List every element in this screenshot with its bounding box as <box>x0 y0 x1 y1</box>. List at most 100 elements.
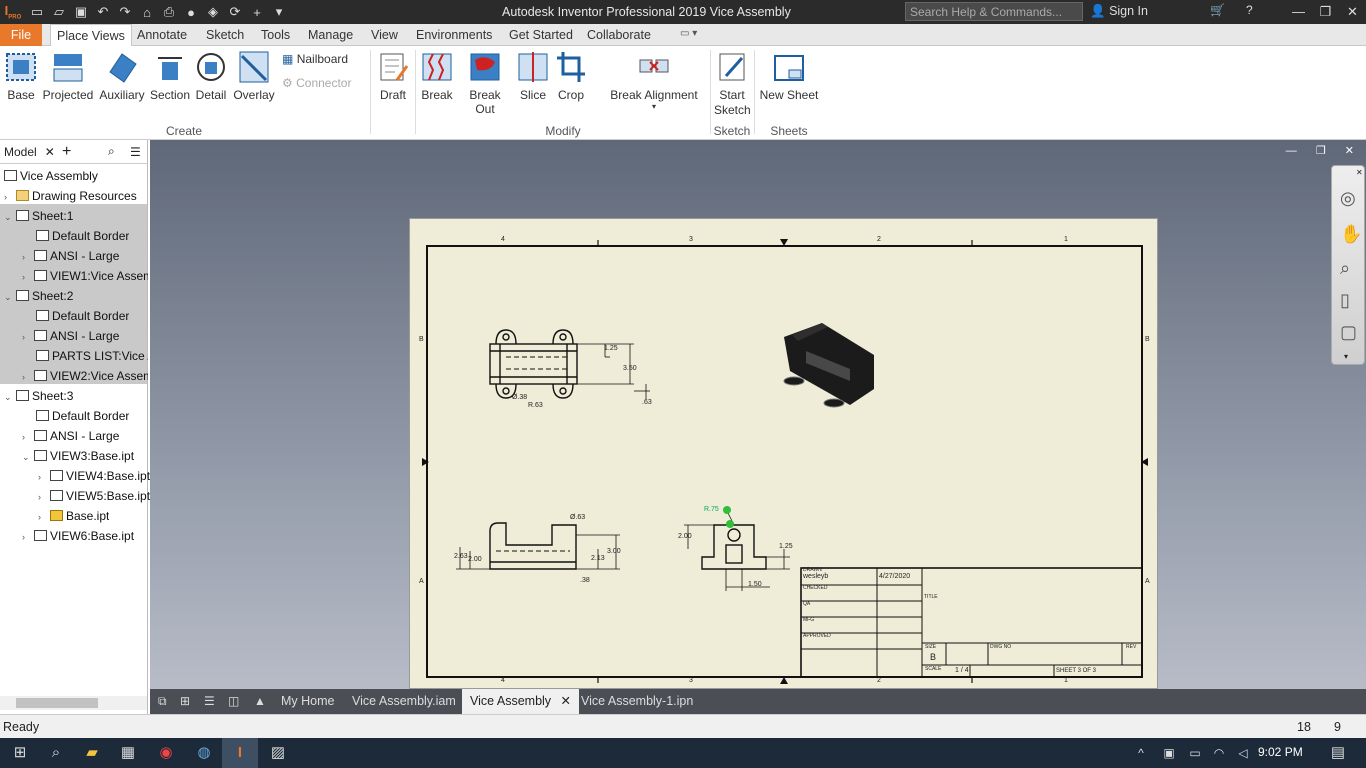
tree-node-part[interactable]: › Base.ipt <box>38 506 109 526</box>
app-logo-icon[interactable]: IPRO <box>0 3 26 21</box>
tree-node-view5[interactable]: › VIEW5:Base.ipt <box>38 486 150 506</box>
dimension-label[interactable]: R.63 <box>528 402 543 409</box>
tab-get-started[interactable]: Get Started <box>509 24 573 46</box>
search-input[interactable]: Search Help & Commands... <box>905 2 1083 21</box>
tab-menu-icon[interactable]: ▲ <box>254 694 266 708</box>
signin-button[interactable]: 👤 Sign In <box>1090 4 1148 19</box>
tab-annotate[interactable]: Annotate <box>137 24 187 46</box>
expand-icon[interactable]: › <box>4 187 14 206</box>
close-icon[interactable]: ✕ <box>1339 0 1366 24</box>
draft-button[interactable]: Draft <box>376 50 410 102</box>
collapse-icon[interactable]: ⌄ <box>4 287 14 306</box>
tab-environments[interactable]: Environments <box>416 24 492 46</box>
connector-button[interactable]: ⚙ Connector <box>282 76 362 90</box>
tile-vertical-icon[interactable]: ◫ <box>228 694 239 708</box>
tree-node-drawing-resources[interactable]: › Drawing Resources <box>4 186 137 206</box>
detail-view-button[interactable]: Detail <box>194 50 228 102</box>
dimension-label[interactable]: 3.50 <box>623 365 637 372</box>
tree-node-border[interactable]: Default Border <box>36 306 129 326</box>
search-icon[interactable]: ⌕ <box>108 144 115 159</box>
photos-icon[interactable]: ▨ <box>260 738 296 768</box>
steering-wheel-icon[interactable]: ◎ <box>1340 188 1356 209</box>
save-icon[interactable]: ▣ <box>70 4 92 20</box>
horizontal-scrollbar[interactable] <box>0 696 147 710</box>
tab-file[interactable]: File <box>0 24 42 46</box>
doc-tab-vice-assembly[interactable]: Vice Assembly ✕ <box>462 689 580 714</box>
cart-icon[interactable]: 🛒 <box>1210 3 1225 17</box>
minimize-icon[interactable]: — <box>1285 0 1312 24</box>
tree-node-view3[interactable]: ⌄ VIEW3:Base.ipt <box>22 446 134 466</box>
base-view-button[interactable]: Base <box>4 50 38 102</box>
tab-view[interactable]: View <box>371 24 398 46</box>
collapse-icon[interactable]: ⌄ <box>4 207 14 226</box>
tree-node-sheet1[interactable]: ⌄ Sheet:1 <box>4 206 73 226</box>
windows-start-icon[interactable]: ⊞ <box>2 738 38 768</box>
file-explorer-icon[interactable]: ▰ <box>74 738 110 768</box>
section-view-button[interactable]: Section <box>150 50 190 102</box>
dimension-label[interactable]: 2.00 <box>468 556 482 563</box>
expand-icon[interactable]: › <box>38 487 48 506</box>
tab-tools[interactable]: Tools <box>261 24 290 46</box>
dimension-label[interactable]: 2.63 <box>454 553 468 560</box>
tree-node-view2[interactable]: ›VIEW2:Vice Assembly <box>22 366 148 386</box>
expand-icon[interactable]: › <box>22 267 32 286</box>
tree-node-sheet2[interactable]: ⌄ Sheet:2 <box>4 286 73 306</box>
close-tab-icon[interactable]: ✕ <box>561 694 571 708</box>
tree-node-border[interactable]: Default Border <box>36 226 129 246</box>
tab-collaborate[interactable]: Collaborate <box>587 24 651 46</box>
tree-node-title-block[interactable]: › ANSI - Large <box>22 326 119 346</box>
doc-tab-vice-assembly-iam[interactable]: Vice Assembly.iam <box>352 689 456 714</box>
menu-icon[interactable]: ☰ <box>130 145 141 159</box>
calendar-icon[interactable]: ▦ <box>110 738 146 768</box>
print-icon[interactable]: ⎙ <box>158 4 180 20</box>
close-panel-icon[interactable]: ✕ <box>45 145 55 159</box>
zoom-icon[interactable]: ⌕ <box>1340 258 1350 279</box>
tree-node-border[interactable]: Default Border <box>36 406 129 426</box>
navbar-menu-icon[interactable]: ▾ <box>1344 352 1348 361</box>
wifi-icon[interactable]: ◠ <box>1206 738 1232 768</box>
expand-icon[interactable]: › <box>22 327 32 346</box>
expand-icon[interactable]: › <box>38 467 48 486</box>
notifications-icon[interactable]: ▤ <box>1320 738 1356 768</box>
tab-sketch[interactable]: Sketch <box>206 24 244 46</box>
tray-expand-icon[interactable]: ^ <box>1128 738 1154 768</box>
undo-icon[interactable]: ↶ <box>92 4 114 20</box>
expand-icon[interactable]: › <box>38 507 48 526</box>
tab-model[interactable]: Model <box>0 145 41 159</box>
pan-icon[interactable]: ✋ <box>1340 224 1362 245</box>
ribbon-options-icon[interactable]: ▭ ▾ <box>680 28 697 39</box>
projected-view-button[interactable]: Projected <box>42 50 94 102</box>
tile-horizontal-icon[interactable]: ☰ <box>204 694 215 708</box>
dimension-label[interactable]: Ø.38 <box>512 394 527 401</box>
expand-icon[interactable]: › <box>22 427 32 446</box>
volume-icon[interactable]: ◁ <box>1230 738 1256 768</box>
zoom-window-icon[interactable]: ▢ <box>1340 322 1357 343</box>
break-alignment-button[interactable]: Break Alignment ▾ <box>606 50 702 111</box>
tree-node-view4[interactable]: › VIEW4:Base.ipt <box>38 466 150 486</box>
nailboard-button[interactable]: ▦ Nailboard <box>282 52 362 66</box>
dimension-label[interactable]: 1.25 <box>779 543 793 550</box>
app-icon[interactable]: ◍ <box>186 738 222 768</box>
crop-button[interactable]: Crop <box>554 50 588 102</box>
tree-node-title-block[interactable]: › ANSI - Large <box>22 246 119 266</box>
new-file-icon[interactable]: ▭ <box>26 4 48 20</box>
dimension-label[interactable]: 3.00 <box>607 548 621 555</box>
cascade-icon[interactable]: ⧉ <box>158 694 167 709</box>
measure-icon[interactable]: + <box>246 5 268 20</box>
dimension-label[interactable]: 2.13 <box>591 555 605 562</box>
dimension-label[interactable]: Ø.63 <box>570 514 585 521</box>
overlay-view-button[interactable]: Overlay <box>232 50 276 102</box>
update-icon[interactable]: ⟳ <box>224 4 246 20</box>
scrollbar-thumb[interactable] <box>16 698 98 708</box>
add-tab-icon[interactable]: + <box>62 143 71 161</box>
material-icon[interactable]: ● <box>180 5 202 20</box>
dimension-label[interactable]: R.75 <box>704 506 719 513</box>
close-navbar-icon[interactable]: ✕ <box>1356 168 1363 177</box>
expand-icon[interactable]: › <box>22 247 32 266</box>
expand-icon[interactable]: › <box>22 527 32 546</box>
collapse-icon[interactable]: ⌄ <box>4 387 14 406</box>
break-button[interactable]: Break <box>420 50 454 102</box>
dimension-label[interactable]: 2.00 <box>678 533 692 540</box>
tab-place-views[interactable]: Place Views <box>50 24 132 47</box>
redo-icon[interactable]: ↷ <box>114 4 136 20</box>
